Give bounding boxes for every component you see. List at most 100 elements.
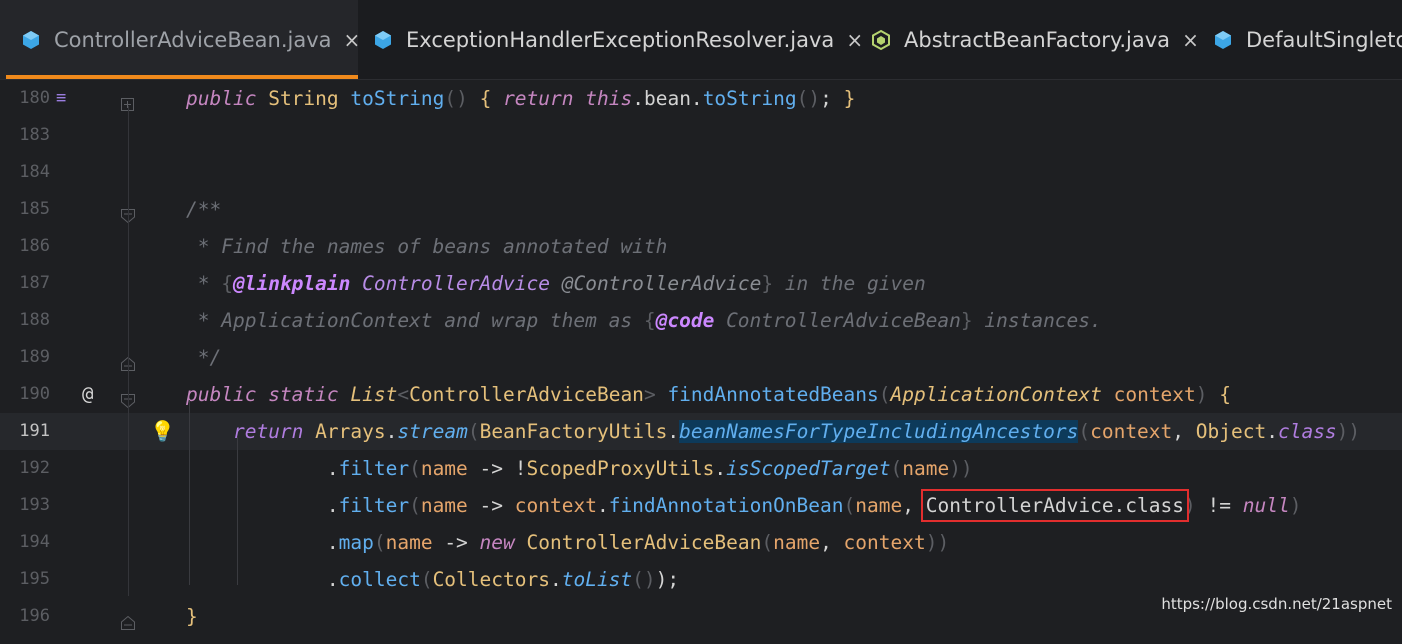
line-number: 185 [19,199,50,219]
code-line-193[interactable]: 193 .filter(name -> context.findAnnotati… [0,487,1402,524]
code-token: ControllerAdviceBean [526,531,762,554]
code-token: Arrays [315,420,386,443]
code-token: ( [878,383,891,406]
line-number: 196 [19,606,50,626]
code-token: { [1219,383,1232,406]
code-token: ControllerAdviceBean [714,309,961,332]
fold-toggle-icon[interactable] [120,89,136,111]
code-token: toList [561,568,633,591]
code-token: . [549,568,562,591]
line-number: 193 [19,495,50,515]
code-token: public [186,87,257,110]
code-token: * ApplicationContext and wrap them as [186,309,644,332]
code-token: . [186,531,339,554]
code-token: () [796,87,821,110]
code-token: Collectors [432,568,550,591]
line-number: 194 [19,532,50,552]
class-file-icon [20,29,42,51]
code-token: -> ! [467,457,527,480]
code-line-194[interactable]: 194 .map(name -> new ControllerAdviceBea… [0,524,1402,561]
code-token: isScopedTarget [726,457,891,480]
code-line-188[interactable]: 188 * ApplicationContext and wrap them a… [0,302,1402,339]
code-token: Object [1195,420,1267,443]
code-token: static [268,383,339,406]
code-line-191[interactable]: 191 💡 return Arrays.stream(BeanFactoryUti… [0,413,1402,450]
tab-controlleradvicebean-java[interactable]: ControllerAdviceBean.java × [0,0,360,79]
code-line-189[interactable]: 189 */ [0,339,1402,376]
code-token: return [503,87,574,110]
code-token: name [855,494,903,517]
code-line-183[interactable]: 183 [0,117,1402,154]
code-token: @code [655,309,715,332]
code-line-195[interactable]: 195 .collect(Collectors.toList()); [0,561,1402,598]
code-line-180[interactable]: 180 ≡ public String toString() { return th… [0,80,1402,117]
intention-bulb-icon[interactable]: 💡 [150,413,175,450]
code-token: new [479,531,515,554]
code-token: . [186,568,339,591]
code-line-186[interactable]: 186 * Find the names of beans annotated … [0,228,1402,265]
line-number: 184 [19,162,50,182]
code-token: name [385,531,433,554]
code-token: ( [467,420,480,443]
tab-defaultsingleto[interactable]: DefaultSingleto [1192,0,1402,79]
code-token: )) [949,457,973,480]
tab-abstractbeanfactory-java[interactable]: AbstractBeanFactory.java × [850,0,1199,79]
code-token: context [1090,420,1173,443]
code-line-192[interactable]: 192 .filter(name -> !ScopedProxyUtils.is… [0,450,1402,487]
code-token: . [667,420,680,443]
code-token: ( [420,568,433,591]
override-method-icon[interactable]: ≡ [56,80,66,117]
code-token: map [338,531,374,554]
tab-label: ExceptionHandlerExceptionResolver.java [406,28,835,52]
code-token: * [186,272,222,295]
annotation-marker-icon[interactable]: @ [82,376,93,413]
code-token: name [773,531,821,554]
code-editor[interactable]: 180 ≡ public String toString() { return th… [0,80,1402,630]
code-token: ; [820,87,844,110]
code-line-184[interactable]: 184 [0,154,1402,191]
code-token: . [385,420,398,443]
code-token: , [902,494,926,517]
code-token: ) [1195,383,1208,406]
highlighted-annotation-class: ControllerAdvice.class [920,489,1190,522]
code-line-190[interactable]: 190 @ public static List<ControllerAdviceB… [0,376,1402,413]
code-token: ControllerAdviceBean [409,383,644,406]
fold-toggle-icon[interactable] [120,607,136,630]
line-number: 188 [19,310,50,330]
code-text: .filter(name -> !ScopedProxyUtils.isScop… [186,450,973,487]
line-number: 189 [19,347,50,367]
code-text: public static List<ControllerAdviceBean>… [186,376,1231,413]
code-token: () [632,568,656,591]
code-line-185[interactable]: 185 /** [0,191,1402,228]
code-token: name [902,457,950,480]
code-token: in the given [773,272,926,295]
code-token: . [186,494,339,517]
code-token: context [514,494,597,517]
code-token: toString [350,87,445,110]
code-line-187[interactable]: 187 * {@linkplain ControllerAdvice @Cont… [0,265,1402,302]
line-number: 190 [19,384,50,404]
code-token: name [420,494,468,517]
tab-exceptionhandlerexceptionresolver-java[interactable]: ExceptionHandlerExceptionResolver.java × [352,0,863,79]
code-token: public [186,383,257,406]
code-token: )) [1336,420,1361,443]
abstract-class-file-icon [870,29,892,51]
code-token: toString [702,87,797,110]
code-token: findAnnotationOnBean [608,494,844,517]
line-number: 187 [19,273,50,293]
code-text: /** [186,191,221,228]
tab-label: AbstractBeanFactory.java [904,28,1171,52]
code-token: , [820,531,844,554]
code-token: } [843,87,856,110]
code-token: } [186,605,198,628]
